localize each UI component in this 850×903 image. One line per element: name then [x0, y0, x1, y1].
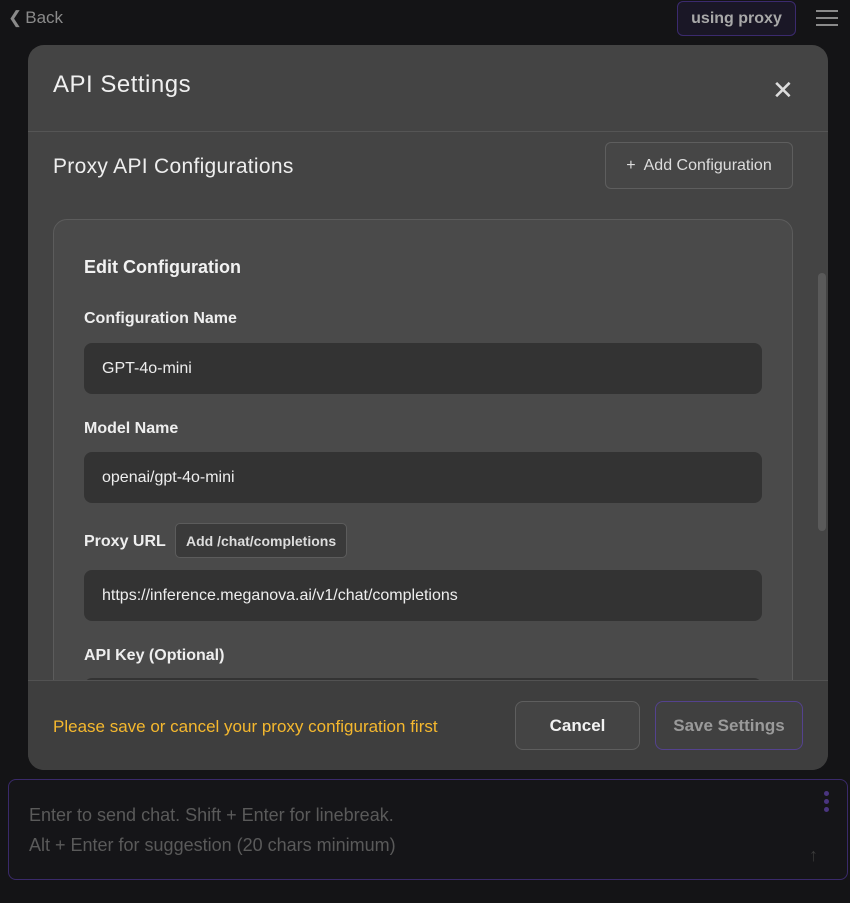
proxy-url-label: Proxy URL [84, 533, 166, 550]
proxy-url-input[interactable]: https://inference.meganova.ai/v1/chat/co… [84, 570, 762, 621]
config-name-label: Configuration Name [84, 310, 237, 327]
api-key-label: API Key (Optional) [84, 647, 225, 664]
add-configuration-label: Add Configuration [643, 156, 772, 174]
back-button[interactable]: ❮ Back [8, 8, 63, 28]
model-name-input[interactable]: openai/gpt-4o-mini [84, 452, 762, 503]
section-title: Proxy API Configurations [53, 155, 294, 178]
modal-body: Proxy API Configurations + Add Configurat… [28, 133, 828, 680]
save-settings-button[interactable]: Save Settings [655, 701, 803, 750]
cancel-button[interactable]: Cancel [515, 701, 640, 750]
config-name-input[interactable]: GPT-4o-mini [84, 343, 762, 394]
hamburger-menu-icon[interactable] [816, 10, 838, 26]
chat-placeholder-line1: Enter to send chat. Shift + Enter for li… [29, 805, 394, 825]
close-icon[interactable]: ✕ [772, 75, 794, 106]
plus-icon: + [626, 156, 636, 174]
chat-input[interactable]: Enter to send chat. Shift + Enter for li… [8, 779, 848, 880]
model-name-label: Model Name [84, 420, 179, 437]
back-label: Back [25, 8, 64, 27]
edit-configuration-card: Edit Configuration Configuration Name GP… [53, 219, 793, 680]
warning-message: Please save or cancel your proxy configu… [53, 717, 438, 736]
api-settings-modal: API Settings ✕ Proxy API Configurations … [28, 45, 828, 770]
send-arrow-icon[interactable]: ↑ [809, 845, 818, 866]
modal-title: API Settings [53, 71, 192, 98]
modal-header: API Settings ✕ [28, 45, 828, 132]
proxy-status-badge[interactable]: using proxy [677, 1, 796, 36]
more-options-icon[interactable] [824, 791, 830, 812]
add-chat-completions-button[interactable]: Add /chat/completions [175, 523, 348, 558]
modal-footer: Please save or cancel your proxy configu… [28, 680, 828, 770]
scrollbar[interactable] [818, 273, 826, 531]
add-configuration-button[interactable]: + Add Configuration [605, 142, 793, 189]
chevron-left-icon: ❮ [8, 8, 23, 27]
chat-placeholder-line2: Alt + Enter for suggestion (20 chars min… [29, 835, 396, 855]
edit-configuration-title: Edit Configuration [84, 257, 241, 277]
